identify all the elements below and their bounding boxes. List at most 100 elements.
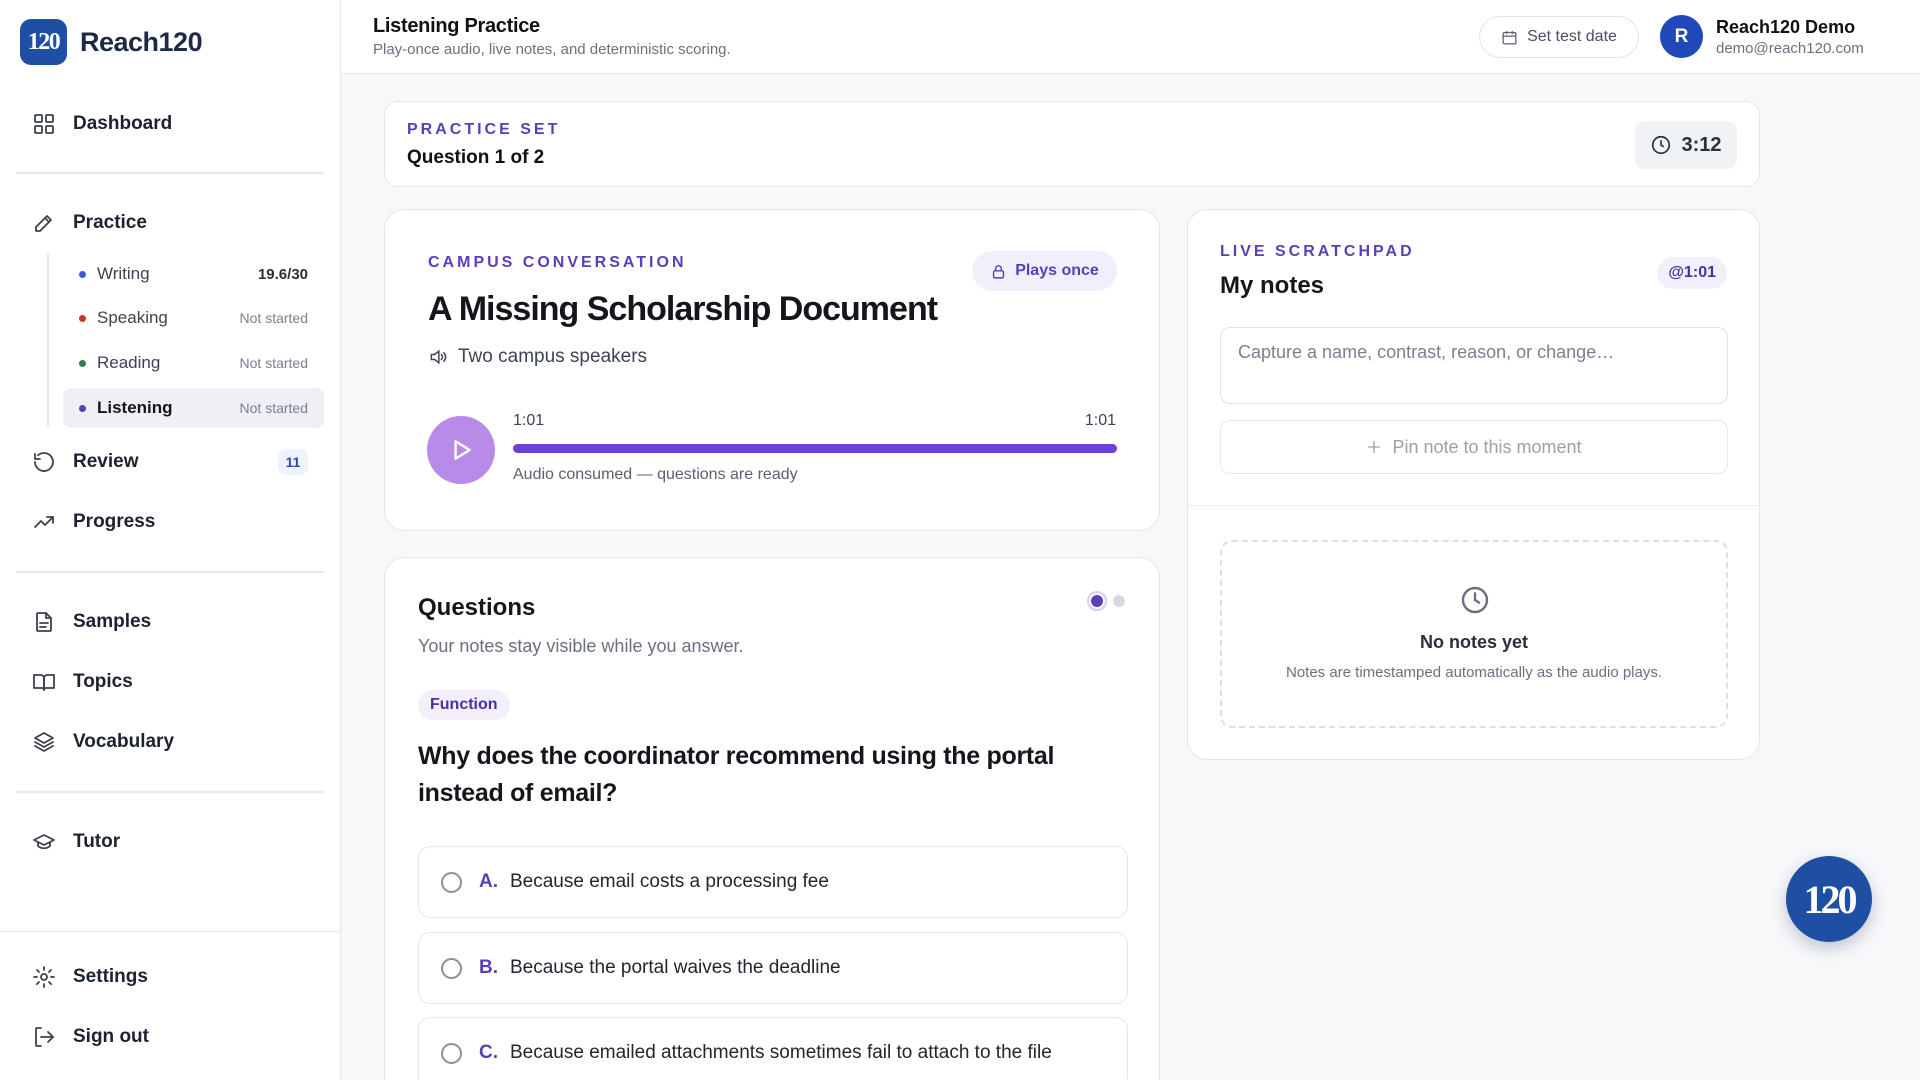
status-dot xyxy=(79,360,86,367)
audio-status: Audio consumed — questions are ready xyxy=(513,466,798,483)
sign-out-icon xyxy=(31,1024,57,1050)
nav-topics[interactable]: Topics xyxy=(16,659,324,705)
plays-once-label: Plays once xyxy=(1015,262,1099,279)
clock-icon xyxy=(1461,586,1489,614)
avatar[interactable]: R xyxy=(1660,15,1703,58)
question-dot-1[interactable] xyxy=(1087,591,1107,611)
nav-label: Samples xyxy=(73,611,152,632)
questions-card: Questions Your notes stay visible while … xyxy=(384,557,1160,1080)
answer-option-b[interactable]: B. Because the portal waives the deadlin… xyxy=(418,932,1128,1004)
notes-title: My notes xyxy=(1220,272,1325,299)
nav-review[interactable]: Review 11 xyxy=(16,439,324,485)
audio-progress-fill xyxy=(513,444,1117,453)
sub-item-listening[interactable]: Listening Not started xyxy=(63,388,324,428)
sub-item-label: Listening xyxy=(97,398,173,417)
audio-eyebrow: CAMPUS CONVERSATION xyxy=(428,254,687,271)
empty-notes-state: No notes yet Notes are timestamped autom… xyxy=(1220,540,1728,728)
pin-note-label: Pin note to this moment xyxy=(1392,436,1582,457)
sidebar-divider xyxy=(0,931,341,932)
notes-divider xyxy=(1188,505,1759,506)
nav-vocabulary[interactable]: Vocabulary xyxy=(16,719,324,765)
notes-eyebrow: LIVE SCRATCHPAD xyxy=(1220,243,1415,260)
brand-logo: 120 xyxy=(20,19,67,65)
play-button[interactable] xyxy=(427,416,495,484)
pencil-icon xyxy=(31,210,57,236)
total-time: 1:01 xyxy=(1084,412,1116,429)
radio-button[interactable] xyxy=(441,1042,462,1064)
option-text: Because email costs a processing fee xyxy=(510,871,829,892)
nav-label: Sign out xyxy=(73,1026,149,1047)
nav-label: Practice xyxy=(73,212,147,233)
nav-sign-out[interactable]: Sign out xyxy=(16,1014,324,1060)
timer-value: 3:12 xyxy=(1681,133,1722,156)
sub-item-writing[interactable]: Writing 19.6/30 xyxy=(63,254,324,294)
question-dot-2[interactable] xyxy=(1113,595,1125,607)
answer-option-c[interactable]: C. Because emailed attachments sometimes… xyxy=(418,1017,1128,1080)
question-type-tag: Function xyxy=(418,690,510,720)
speakers-info: Two campus speakers xyxy=(428,346,647,368)
pin-note-button[interactable]: Pin note to this moment xyxy=(1220,420,1728,474)
plays-once-badge: Plays once xyxy=(972,251,1117,291)
sub-item-status: 19.6/30 xyxy=(257,265,308,283)
brand[interactable]: 120 Reach120 xyxy=(20,19,203,65)
questions-subheading: Your notes stay visible while you answer… xyxy=(418,636,744,656)
nav-label: Settings xyxy=(73,966,148,987)
speakers-label: Two campus speakers xyxy=(458,346,648,367)
radio-button[interactable] xyxy=(441,871,462,893)
question-counter: Question 1 of 2 xyxy=(407,147,545,168)
nav-label: Progress xyxy=(73,511,156,532)
nav-label: Vocabulary xyxy=(73,731,175,752)
answer-option-a[interactable]: A. Because email costs a processing fee xyxy=(418,846,1128,918)
sub-item-status: Not started xyxy=(239,310,308,326)
note-input[interactable] xyxy=(1220,327,1728,404)
review-count-badge: 11 xyxy=(278,449,308,475)
sub-tree-line xyxy=(47,253,49,427)
nav-settings[interactable]: Settings xyxy=(16,954,324,1000)
sidebar-divider xyxy=(16,791,324,793)
rotate-icon xyxy=(31,449,57,475)
nav-progress[interactable]: Progress xyxy=(16,499,324,545)
page-subtitle: Play-once audio, live notes, and determi… xyxy=(373,41,731,58)
trending-up-icon xyxy=(31,509,57,535)
sub-item-label: Writing xyxy=(97,264,150,283)
practice-set-eyebrow: PRACTICE SET xyxy=(407,121,561,138)
calendar-icon xyxy=(1502,30,1517,45)
audio-card: CAMPUS CONVERSATION Plays once A Missing… xyxy=(384,209,1160,531)
user-name: Reach120 Demo xyxy=(1716,17,1856,37)
notes-card: LIVE SCRATCHPAD My notes @1:01 Pin note … xyxy=(1187,209,1760,760)
sidebar-divider xyxy=(16,172,324,174)
set-test-date-button[interactable]: Set test date xyxy=(1479,16,1639,58)
current-time: 1:01 xyxy=(513,412,545,429)
option-text: Because the portal waives the deadline xyxy=(510,957,841,978)
audio-progress-track xyxy=(513,444,1117,453)
sub-item-status: Not started xyxy=(239,355,308,371)
graduation-cap-icon xyxy=(31,829,57,855)
clock-icon xyxy=(1652,135,1671,155)
timer: 3:12 xyxy=(1635,121,1737,169)
layers-icon xyxy=(31,729,57,755)
radio-button[interactable] xyxy=(441,957,462,979)
lock-icon xyxy=(993,264,1005,279)
empty-notes-title: No notes yet xyxy=(1419,632,1529,652)
nav-samples[interactable]: Samples xyxy=(16,599,324,645)
tutor-fab-button[interactable]: 120 xyxy=(1786,856,1872,942)
book-open-icon xyxy=(31,669,57,695)
plus-icon xyxy=(1368,441,1381,453)
top-header: Listening Practice Play-once audio, live… xyxy=(341,0,1920,74)
question-text: Why does the coordinator recommend using… xyxy=(418,742,1055,807)
option-letter: B. xyxy=(479,957,498,978)
gear-icon xyxy=(31,964,57,990)
nav-dashboard[interactable]: Dashboard xyxy=(16,101,324,147)
sub-item-status: Not started xyxy=(239,400,308,416)
timestamp-badge: @1:01 xyxy=(1657,257,1727,289)
status-dot xyxy=(79,405,86,412)
nav-label: Topics xyxy=(73,671,133,692)
sub-item-reading[interactable]: Reading Not started xyxy=(63,343,324,383)
option-letter: A. xyxy=(479,871,498,892)
question-pager xyxy=(1087,591,1125,611)
brand-name: Reach120 xyxy=(80,26,203,57)
play-icon xyxy=(454,440,471,460)
sub-item-speaking[interactable]: Speaking Not started xyxy=(63,298,324,338)
nav-tutor[interactable]: Tutor xyxy=(16,819,324,865)
nav-practice[interactable]: Practice xyxy=(16,200,324,246)
